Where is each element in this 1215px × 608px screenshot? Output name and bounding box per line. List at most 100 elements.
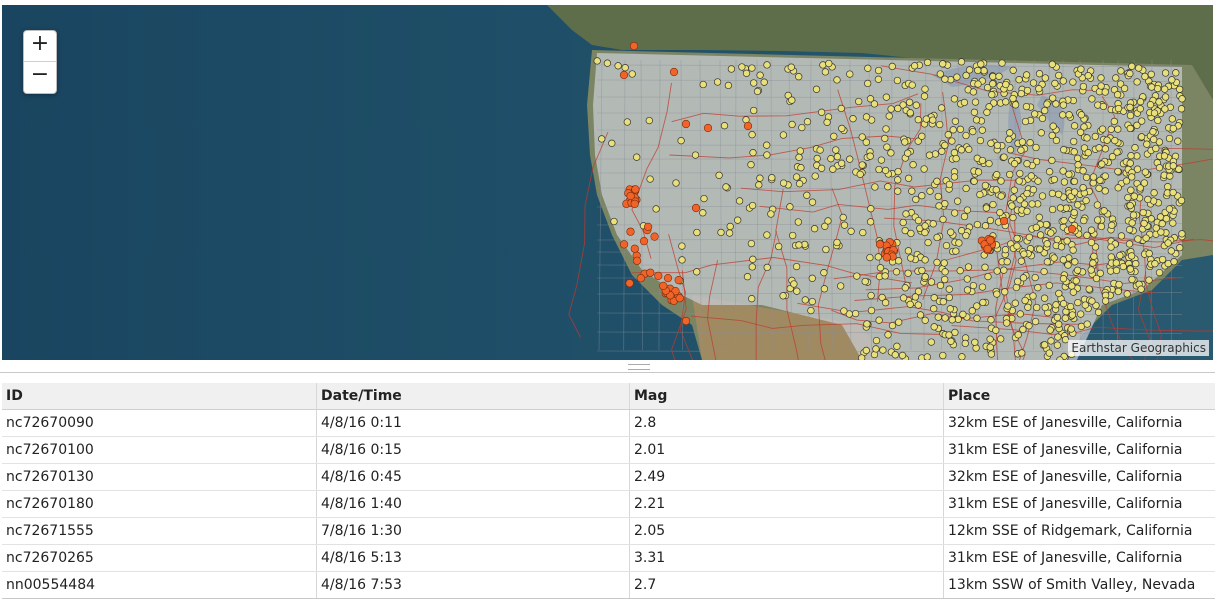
station-point	[918, 192, 926, 200]
station-point	[1177, 105, 1186, 113]
station-point	[749, 149, 757, 157]
cell-mag: 2.7	[629, 571, 944, 598]
station-point	[899, 294, 908, 302]
station-point	[1127, 252, 1136, 260]
station-point	[813, 154, 821, 163]
station-point	[1155, 268, 1164, 277]
station-point	[898, 351, 907, 360]
station-point	[1136, 184, 1144, 192]
station-point	[724, 81, 733, 90]
station-point	[1111, 136, 1119, 145]
station-point	[1135, 64, 1143, 72]
station-point	[1107, 243, 1115, 251]
station-point	[1164, 239, 1172, 247]
station-point	[1054, 333, 1062, 341]
station-point	[921, 228, 929, 237]
station-point	[927, 278, 936, 286]
station-point	[1116, 251, 1124, 260]
column-header-place[interactable]: Place	[943, 383, 1215, 410]
table-row[interactable]: nc72670180 4/8/16 1:40 2.21 31km ESE of …	[2, 490, 1215, 518]
station-point	[1125, 225, 1134, 234]
map-canvas[interactable]	[2, 5, 1213, 360]
station-point	[941, 268, 949, 276]
earthquake-point	[643, 222, 653, 231]
station-point	[906, 300, 914, 308]
station-point	[1175, 85, 1184, 93]
station-point	[881, 272, 889, 280]
earthquake-point	[659, 281, 668, 291]
station-point	[1077, 65, 1085, 73]
station-point	[819, 61, 827, 69]
station-point	[948, 316, 956, 324]
map-view[interactable]: + − Earthstar Geographics	[2, 5, 1213, 360]
earthquake-point	[882, 253, 891, 262]
station-point	[779, 292, 787, 300]
table-row[interactable]: nc72670130 4/8/16 0:45 2.49 32km ESE of …	[2, 463, 1215, 491]
splitter-grip[interactable]	[628, 364, 650, 370]
station-point	[1123, 290, 1131, 298]
table-row[interactable]: nc72670090 4/8/16 0:11 2.8 32km ESE of J…	[2, 409, 1215, 437]
table-row[interactable]: nn00554484 4/8/16 7:53 2.7 13km SSW of S…	[2, 571, 1215, 598]
zoom-out-button[interactable]: −	[24, 62, 56, 93]
station-point	[888, 321, 897, 330]
station-point	[1027, 172, 1035, 180]
panel-splitter[interactable]	[0, 361, 1215, 373]
station-point	[1091, 132, 1099, 141]
station-point	[894, 176, 902, 184]
station-point	[945, 293, 953, 302]
station-point	[911, 293, 920, 301]
attribute-table[interactable]: ID Date/Time Mag Place nc72670090 4/8/16…	[2, 383, 1215, 599]
station-point	[1154, 116, 1162, 125]
station-point	[1068, 311, 1077, 319]
earthquake-point	[626, 227, 635, 236]
station-point	[962, 184, 970, 193]
station-point	[942, 241, 951, 250]
station-point	[807, 306, 815, 315]
earthquake-point	[691, 203, 701, 213]
station-point	[921, 256, 929, 264]
station-point	[1056, 356, 1064, 360]
station-point	[1141, 72, 1149, 81]
table-row[interactable]: nc72670100 4/8/16 0:15 2.01 31km ESE of …	[2, 436, 1215, 464]
station-point	[1016, 169, 1024, 178]
station-point	[1150, 189, 1158, 197]
station-point	[887, 149, 895, 157]
earthquake-point	[999, 216, 1009, 226]
station-point	[1167, 247, 1175, 255]
station-point	[1060, 146, 1068, 154]
station-point	[983, 108, 991, 116]
column-header-id[interactable]: ID	[2, 383, 317, 410]
station-point	[1101, 145, 1110, 153]
station-point	[830, 132, 838, 140]
table-row[interactable]: nc72670265 4/8/16 5:13 3.31 31km ESE of …	[2, 544, 1215, 572]
station-point	[801, 296, 809, 304]
station-point	[678, 242, 686, 250]
table-row[interactable]: nc72671555 7/8/16 1:30 2.05 12km SSE of …	[2, 517, 1215, 545]
map-attribution: Earthstar Geographics	[1068, 340, 1209, 356]
station-point	[1040, 267, 1048, 276]
station-point	[792, 262, 801, 271]
column-header-mag[interactable]: Mag	[629, 383, 944, 410]
station-point	[1128, 275, 1136, 284]
column-header-datetime[interactable]: Date/Time	[316, 383, 630, 410]
station-point	[779, 179, 788, 187]
station-point	[922, 115, 930, 123]
station-point	[797, 164, 805, 172]
station-point	[1077, 310, 1085, 318]
station-point	[1152, 144, 1160, 153]
station-point	[891, 351, 899, 359]
station-point	[1043, 258, 1052, 266]
cell-id: nc72670090	[2, 409, 317, 437]
station-point	[1022, 102, 1031, 111]
earthquake-point	[630, 244, 639, 253]
zoom-in-button[interactable]: +	[24, 31, 56, 62]
station-point	[1113, 148, 1121, 156]
station-point	[895, 318, 903, 326]
station-point	[1134, 235, 1142, 243]
station-point	[717, 228, 725, 237]
station-point	[810, 225, 819, 233]
station-point	[1009, 213, 1017, 222]
earthquake-point	[983, 244, 992, 253]
station-point	[881, 134, 889, 143]
cell-datetime: 4/8/16 0:11	[316, 409, 630, 437]
